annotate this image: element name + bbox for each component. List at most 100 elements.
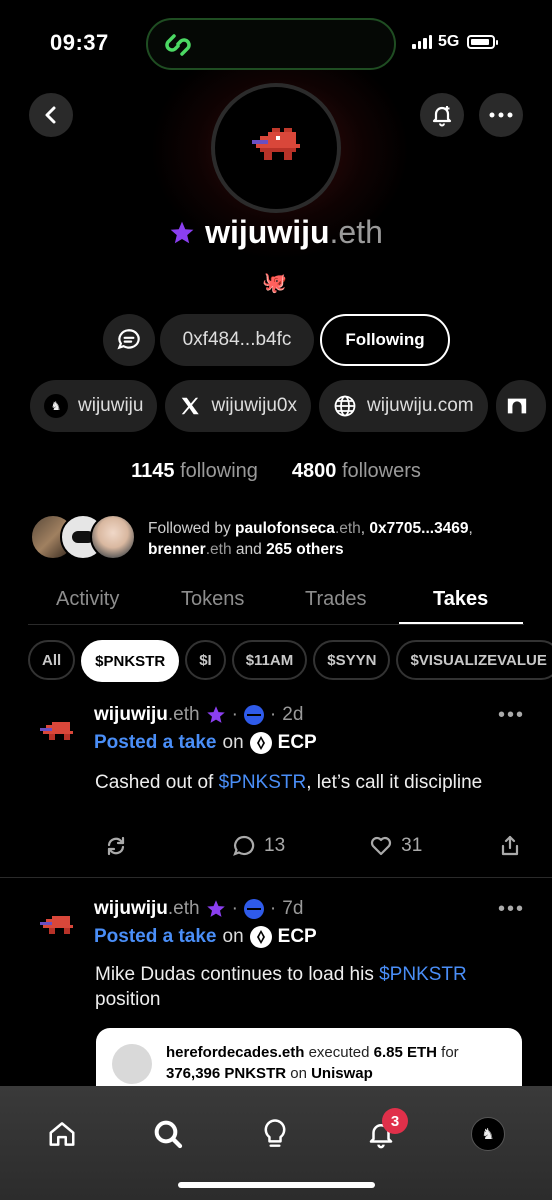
dynamic-island	[146, 18, 396, 70]
social-label: wijuwiju.com	[367, 395, 474, 416]
mutual-avatars	[30, 514, 140, 560]
comment-icon	[233, 835, 255, 856]
trade-description: herefordecades.eth executed 6.85 ETH for…	[166, 1044, 459, 1082]
share-icon[interactable]	[498, 834, 522, 858]
post-item[interactable]: wijuwiju.eth · · 2d ••• Posted a take on…	[0, 700, 552, 876]
wallet-address[interactable]: 0xf484...b4fc	[160, 314, 314, 366]
profile-name: wijuwiju.eth	[205, 214, 383, 250]
chip-all[interactable]: All	[28, 640, 76, 680]
status-indicators: 5G	[412, 33, 499, 51]
chat-bubble-icon	[117, 329, 140, 350]
more-options-button[interactable]	[479, 93, 523, 137]
separator: ·	[269, 898, 277, 919]
followed-by-text: Followed by paulofonseca.eth, 0x7705...3…	[148, 520, 473, 558]
like-button[interactable]: 31	[369, 834, 422, 858]
x-logo-icon	[182, 397, 200, 415]
token-filter-chips: All $PNKSTR $I $11AM $SYYN $VISUALIZEVAL…	[28, 640, 552, 682]
profile-avatar[interactable]	[211, 83, 341, 213]
ticker-link[interactable]: $PNKSTR	[219, 772, 307, 793]
author-avatar[interactable]	[40, 716, 76, 752]
ecp-logo-icon	[249, 732, 272, 754]
nav-ideas[interactable]	[255, 1114, 295, 1154]
following-stat[interactable]: 1145 following	[131, 460, 258, 483]
star-badge-icon	[206, 900, 225, 917]
author-name[interactable]: wijuwiju.eth	[94, 898, 200, 920]
post-action-row: Posted a take on ECP	[94, 926, 317, 948]
ticker-link[interactable]: $PNKSTR	[379, 964, 467, 985]
message-button[interactable]	[103, 314, 155, 366]
ecp-logo-icon	[249, 926, 272, 948]
social-label: wijuwiju	[78, 395, 144, 416]
chip-syyn[interactable]: $SYYN	[313, 640, 391, 680]
separator: ·	[231, 898, 238, 919]
chip-i[interactable]: $I	[185, 640, 226, 680]
avatar-icon: ♞	[44, 394, 68, 418]
trader-avatar	[112, 1044, 152, 1084]
nav-profile[interactable]: ♞	[468, 1114, 508, 1154]
base-chain-icon	[243, 705, 264, 725]
network-label: 5G	[438, 33, 460, 50]
tab-tokens[interactable]: Tokens	[181, 588, 244, 611]
social-website[interactable]: wijuwiju.com	[319, 380, 488, 432]
post-action-on: on	[222, 732, 244, 753]
separator: ·	[231, 704, 238, 725]
platform-name[interactable]: ECP	[278, 926, 317, 948]
post-more-button[interactable]: •••	[498, 898, 525, 921]
pixel-creature-icon	[252, 128, 300, 160]
recast-icon[interactable]	[104, 834, 128, 858]
avatar	[90, 514, 136, 560]
chip-pnkstr[interactable]: $PNKSTR	[81, 640, 180, 682]
chevron-left-icon	[45, 106, 56, 124]
author-avatar[interactable]	[40, 910, 76, 946]
following-button[interactable]: Following	[320, 314, 450, 366]
active-tab-indicator	[399, 622, 523, 624]
lightbulb-icon	[264, 1119, 286, 1147]
follow-stats: 1145 following 4800 followers	[0, 460, 552, 483]
ellipsis-icon	[489, 112, 513, 118]
profile-tabs: Activity Tokens Trades Takes	[28, 588, 524, 626]
platform-name[interactable]: ECP	[278, 732, 317, 754]
profile-name-row: wijuwiju.eth	[0, 214, 552, 251]
home-indicator	[178, 1182, 375, 1188]
post-more-button[interactable]: •••	[498, 704, 525, 727]
search-icon	[154, 1120, 183, 1149]
battery-icon	[467, 35, 499, 49]
tab-activity[interactable]: Activity	[56, 588, 119, 611]
social-links: ♞ wijuwiju wijuwiju0x wijuwiju.com	[30, 380, 546, 432]
back-button[interactable]	[29, 93, 73, 137]
post-action-link[interactable]: Posted a take	[94, 732, 217, 754]
tab-takes[interactable]: Takes	[433, 588, 488, 611]
post-author-row: wijuwiju.eth · · 7d	[94, 898, 303, 920]
comment-button[interactable]: 13	[232, 834, 285, 858]
like-count: 31	[401, 835, 423, 856]
post-action-on: on	[222, 926, 244, 947]
social-label: wijuwiju0x	[211, 395, 297, 416]
author-name[interactable]: wijuwiju.eth	[94, 704, 200, 726]
social-farcaster[interactable]: ♞ wijuwiju	[30, 380, 158, 432]
social-more[interactable]	[495, 380, 546, 432]
arch-icon	[507, 398, 526, 414]
post-age: 2d	[282, 704, 304, 725]
tab-divider	[28, 624, 524, 625]
nav-home[interactable]	[42, 1114, 82, 1154]
bell-plus-icon	[432, 106, 452, 127]
post-action-row: Posted a take on ECP	[94, 732, 317, 754]
profile-emoji: 🐙	[262, 272, 287, 294]
home-icon	[49, 1122, 75, 1146]
post-body: Cashed out of $PNKSTR, let’s call it dis…	[95, 772, 483, 793]
separator: ·	[269, 704, 277, 725]
nav-search[interactable]	[148, 1114, 188, 1154]
link-icon	[165, 34, 191, 56]
chip-11am[interactable]: $11AM	[231, 640, 308, 680]
star-badge-icon	[170, 221, 194, 243]
tab-trades[interactable]: Trades	[305, 588, 367, 611]
chip-visualizevalue[interactable]: $VISUALIZEVALUE	[396, 640, 552, 680]
star-badge-icon	[206, 706, 225, 723]
notify-bell-button[interactable]	[420, 93, 464, 137]
post-divider	[0, 877, 552, 878]
status-time: 09:37	[50, 30, 109, 55]
post-age: 7d	[282, 898, 304, 919]
followers-stat[interactable]: 4800 followers	[292, 460, 421, 483]
post-action-link[interactable]: Posted a take	[94, 926, 217, 948]
social-x[interactable]: wijuwiju0x	[165, 380, 311, 432]
